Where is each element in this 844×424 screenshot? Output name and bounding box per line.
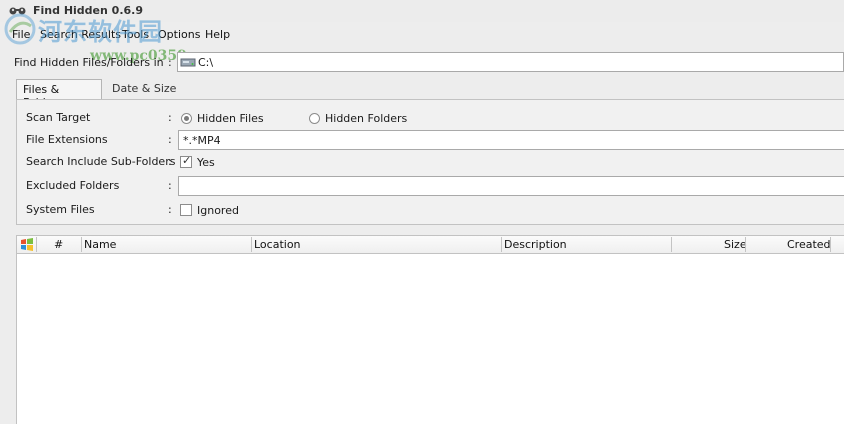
- tab-files-folders[interactable]: Files & Folders: [16, 79, 102, 109]
- menu-options[interactable]: Options: [158, 28, 200, 41]
- column-separator[interactable]: [251, 237, 252, 252]
- options-panel: Scan Target : Hidden Files Hidden Folder…: [16, 99, 844, 225]
- system-files-colon: :: [168, 203, 172, 216]
- scan-target-label: Scan Target: [26, 111, 91, 124]
- excluded-folders-colon: :: [168, 179, 172, 192]
- column-separator[interactable]: [745, 237, 746, 252]
- menu-search-results[interactable]: Search Results: [40, 28, 121, 41]
- sub-folders-text: Yes: [197, 156, 215, 169]
- sub-folders-label: Search Include Sub-Folders: [26, 155, 176, 168]
- column-separator[interactable]: [81, 237, 82, 252]
- column-created[interactable]: Created: [787, 238, 831, 251]
- column-name[interactable]: Name: [84, 238, 116, 251]
- menu-tools[interactable]: Tools: [122, 28, 149, 41]
- file-extensions-label: File Extensions: [26, 133, 108, 146]
- tab-date-size[interactable]: Date & Size: [106, 79, 186, 99]
- column-location[interactable]: Location: [254, 238, 301, 251]
- menu-file[interactable]: File: [12, 28, 30, 41]
- column-number[interactable]: #: [54, 238, 63, 251]
- radio-hidden-files-label: Hidden Files: [197, 112, 264, 125]
- window-title: Find Hidden 0.6.9: [33, 4, 143, 17]
- check-mark-icon: ✓: [182, 154, 192, 167]
- drive-icon: [180, 58, 196, 67]
- sub-folders-checkbox[interactable]: ✓: [180, 154, 192, 168]
- column-separator[interactable]: [830, 237, 831, 252]
- app-glasses-icon: [9, 7, 26, 15]
- excluded-folders-input[interactable]: [178, 176, 844, 196]
- title-bar: Find Hidden 0.6.9: [0, 0, 844, 22]
- column-separator[interactable]: [671, 237, 672, 252]
- windows-logo-icon[interactable]: [20, 238, 34, 251]
- path-label: Find Hidden Files/Folders in: [14, 56, 164, 69]
- system-files-text: Ignored: [197, 204, 239, 217]
- path-value: C:\: [198, 56, 214, 69]
- excluded-folders-label: Excluded Folders: [26, 179, 120, 192]
- menu-bar: File Search Results Tools Options Help: [0, 26, 844, 44]
- path-input[interactable]: C:\: [177, 52, 844, 72]
- menu-help[interactable]: Help: [205, 28, 230, 41]
- file-extensions-colon: :: [168, 133, 172, 146]
- radio-hidden-folders[interactable]: [309, 113, 320, 124]
- results-list[interactable]: [16, 254, 844, 424]
- radio-hidden-folders-label: Hidden Folders: [325, 112, 408, 125]
- file-extensions-value: *.*MP4: [183, 134, 221, 147]
- system-files-label: System Files: [26, 203, 95, 216]
- column-size[interactable]: Size: [724, 238, 747, 251]
- radio-hidden-files[interactable]: [181, 113, 192, 124]
- scan-target-colon: :: [168, 111, 172, 124]
- path-colon: :: [168, 56, 172, 69]
- file-extensions-input[interactable]: *.*MP4: [178, 130, 844, 150]
- column-separator[interactable]: [501, 237, 502, 252]
- system-files-checkbox[interactable]: [180, 204, 192, 216]
- sub-folders-colon: :: [168, 155, 172, 168]
- column-separator[interactable]: [36, 237, 37, 252]
- results-header: # Name Location Description Size Created: [16, 235, 844, 254]
- path-row: Find Hidden Files/Folders in : C:\: [0, 52, 844, 74]
- column-description[interactable]: Description: [504, 238, 567, 251]
